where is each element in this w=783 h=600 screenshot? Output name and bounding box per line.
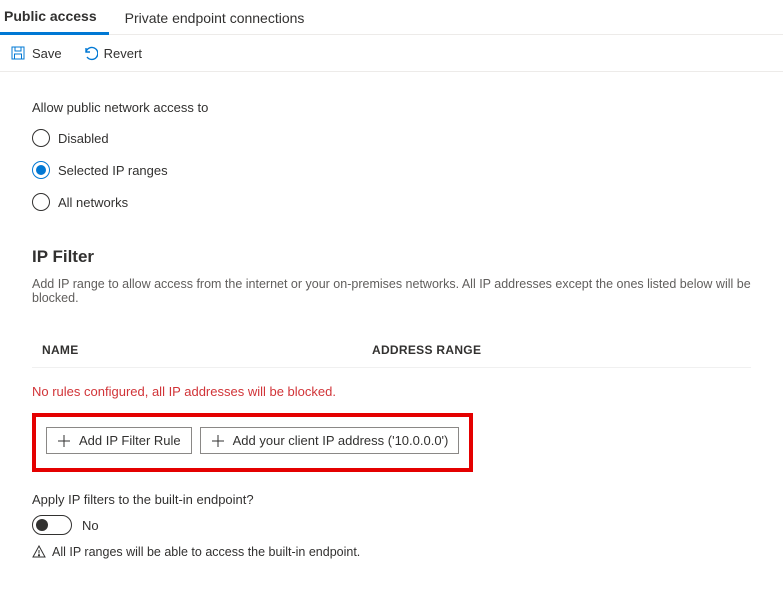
apply-filters-label: Apply IP filters to the built-in endpoin…: [32, 492, 751, 507]
public-access-radio-group: Disabled Selected IP ranges All networks: [32, 129, 751, 211]
column-name: NAME: [42, 343, 372, 357]
radio-label-all-networks: All networks: [58, 195, 128, 210]
revert-button-label: Revert: [104, 46, 142, 61]
apply-filters-toggle-value: No: [82, 518, 99, 533]
revert-button[interactable]: Revert: [80, 43, 144, 63]
add-ip-filter-rule-button[interactable]: Add IP Filter Rule: [46, 427, 192, 454]
tabs-bar: Public access Private endpoint connectio…: [0, 0, 783, 35]
tab-private-endpoint-connections[interactable]: Private endpoint connections: [121, 2, 317, 34]
plus-icon: [211, 434, 225, 448]
save-icon: [10, 45, 26, 61]
save-button[interactable]: Save: [8, 43, 64, 63]
undo-icon: [82, 45, 98, 61]
highlighted-buttons-container: Add IP Filter Rule Add your client IP ad…: [32, 413, 473, 472]
radio-icon: [32, 193, 50, 211]
apply-filters-toggle[interactable]: [32, 515, 72, 535]
radio-label-selected-ip: Selected IP ranges: [58, 163, 168, 178]
ip-filter-empty-message: No rules configured, all IP addresses wi…: [32, 368, 751, 413]
apply-filters-toggle-row: No: [32, 515, 751, 535]
add-client-ip-button[interactable]: Add your client IP address ('10.0.0.0'): [200, 427, 460, 454]
radio-option-selected-ip-ranges[interactable]: Selected IP ranges: [32, 161, 751, 179]
warning-icon: [32, 545, 46, 559]
apply-filters-info-text: All IP ranges will be able to access the…: [52, 545, 360, 559]
radio-label-disabled: Disabled: [58, 131, 109, 146]
ip-filter-heading: IP Filter: [32, 247, 751, 267]
radio-icon: [32, 129, 50, 147]
radio-icon: [32, 161, 50, 179]
tab-public-access[interactable]: Public access: [0, 0, 109, 35]
apply-filters-info-row: All IP ranges will be able to access the…: [32, 545, 751, 559]
ip-filter-description: Add IP range to allow access from the in…: [32, 277, 751, 305]
save-button-label: Save: [32, 46, 62, 61]
column-address-range: ADDRESS RANGE: [372, 343, 741, 357]
ip-filter-table-header: NAME ADDRESS RANGE: [32, 333, 751, 368]
toolbar: Save Revert: [0, 35, 783, 72]
public-access-label: Allow public network access to: [32, 100, 751, 115]
add-ip-filter-rule-label: Add IP Filter Rule: [79, 433, 181, 448]
content-area: Allow public network access to Disabled …: [0, 72, 783, 587]
add-client-ip-label: Add your client IP address ('10.0.0.0'): [233, 433, 449, 448]
radio-option-disabled[interactable]: Disabled: [32, 129, 751, 147]
radio-option-all-networks[interactable]: All networks: [32, 193, 751, 211]
plus-icon: [57, 434, 71, 448]
